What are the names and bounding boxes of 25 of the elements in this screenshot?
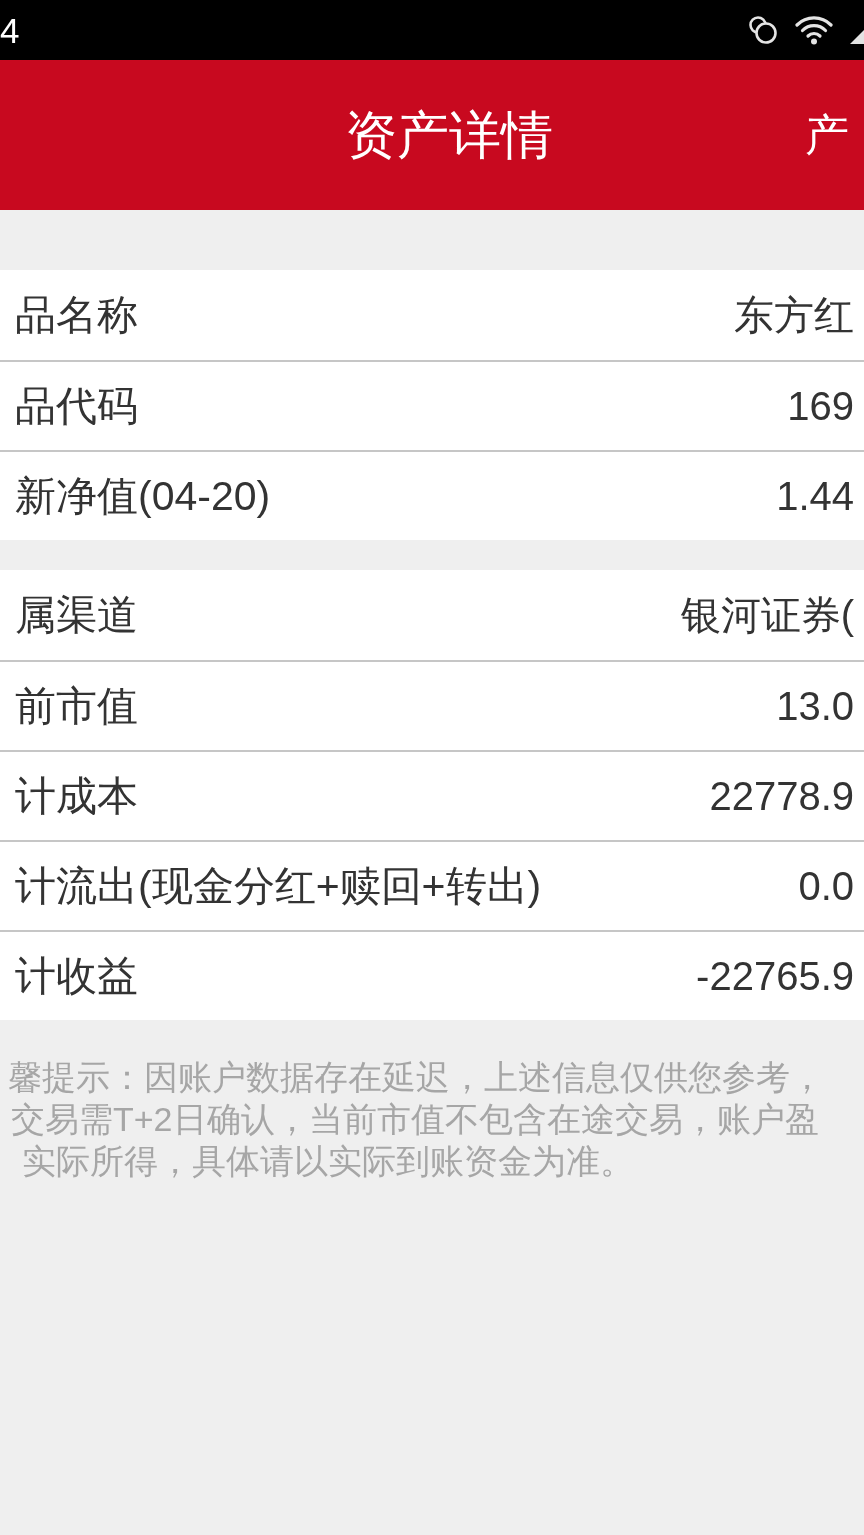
notice-text-line: 交易需T+2日确认，当前市值不包含在途交易，账户盈 <box>10 1099 820 1140</box>
row-label: 新净值(04-20) <box>14 475 271 517</box>
header-link[interactable]: 产 <box>805 113 849 157</box>
linked-circles-icon <box>748 15 778 45</box>
row-label: 计收益 <box>14 955 138 997</box>
row-label: 计成本 <box>14 775 138 817</box>
row-value: 169 <box>787 386 855 426</box>
row-label: 品名称 <box>14 294 138 336</box>
row-value: 0.0 <box>798 866 855 906</box>
status-time: 4 <box>0 12 20 48</box>
row-label: 前市值 <box>14 685 138 727</box>
row-value: -22765.9 <box>696 956 855 996</box>
row-label: 计流出(现金分红+赎回+转出) <box>14 865 542 907</box>
wifi-icon <box>795 15 833 45</box>
row-value: 1.44 <box>776 476 855 516</box>
row-label: 属渠道 <box>14 594 138 636</box>
row-value: 22778.9 <box>709 776 855 816</box>
row-value: 13.0 <box>776 686 855 726</box>
signal-icon <box>850 30 864 44</box>
page-title: 资产详情 <box>345 109 553 161</box>
row-value: 银河证券( <box>680 595 855 635</box>
notice-text-line: 实际所得，具体请以实际到账资金为准。 <box>21 1141 635 1182</box>
row-label: 品代码 <box>14 385 138 427</box>
notice-text-line: 馨提示：因账户数据存在延迟，上述信息仅供您参考， <box>7 1057 825 1098</box>
row-value: 东方红 <box>734 295 855 335</box>
